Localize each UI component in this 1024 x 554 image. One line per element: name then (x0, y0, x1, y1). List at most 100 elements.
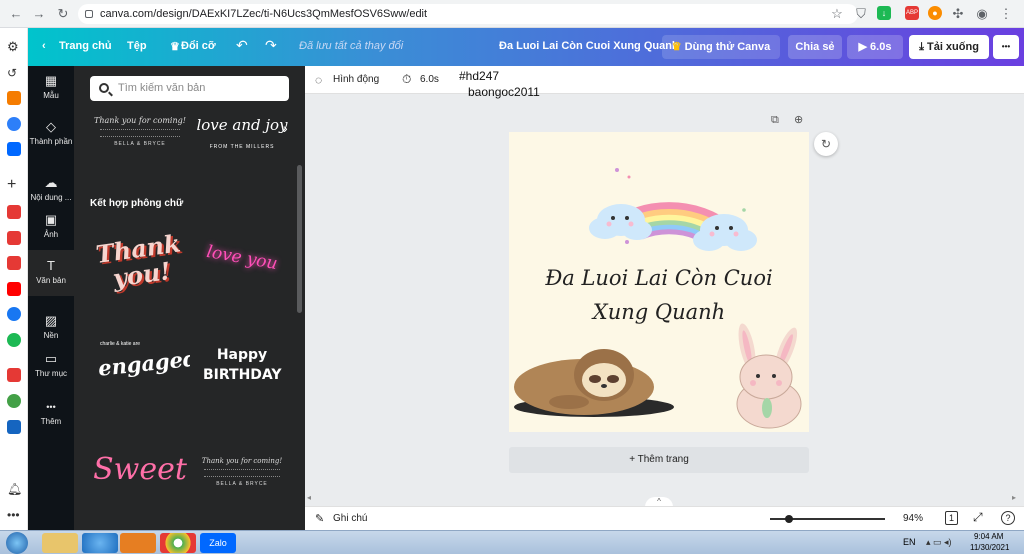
play-icon: ▶ (858, 41, 871, 53)
font-card-love-you[interactable]: love you (196, 226, 288, 306)
scroll-right-icon[interactable]: ▸ (1012, 493, 1016, 502)
card-footer: FROM THE MILLERS (209, 144, 275, 150)
more-options-icon[interactable]: ••• (7, 508, 21, 522)
add-page-icon[interactable]: ⊕ (794, 113, 803, 126)
font-card-thank-you-coming-2[interactable]: Thank you for coming! BELLA & BRYCE (196, 451, 288, 501)
notes-button[interactable]: Ghi chú (333, 513, 367, 524)
puzzle-extensions-icon[interactable]: ✣ (950, 6, 966, 22)
start-orb-icon[interactable] (6, 532, 28, 554)
side-menu-item-0[interactable]: ▦ Mẫu (28, 74, 74, 101)
more-menu-button[interactable]: ••• (993, 35, 1019, 59)
zoom-value[interactable]: 94% (903, 513, 923, 524)
page-count-button[interactable]: 1 (945, 511, 958, 525)
duplicate-page-icon[interactable]: ⧉ (771, 114, 779, 127)
design-title[interactable]: Đa Luoi Lai Còn Cuoi Xung Quanh (499, 40, 679, 52)
design-page[interactable]: Đa Luoi Lai Còn Cuoi Xung Quanh (509, 132, 809, 432)
font-card-thank-you[interactable]: Thank you! (90, 226, 190, 306)
canvas-title-line-2[interactable]: Xung Quanh (509, 300, 809, 324)
pro-crown-icon: ♛ (671, 41, 685, 53)
crown-app-icon[interactable] (7, 91, 21, 105)
editor-toolbar: ◌ Hình động ⏱ 6.0s #hd247 (305, 66, 1024, 94)
try-pro-button[interactable]: ♛ Dùng thử Canva Pro (662, 35, 780, 77)
language-indicator[interactable]: EN (903, 537, 916, 547)
font-card-engaged[interactable]: charlie & katie are engaged! (90, 341, 190, 401)
forward-arrow-icon[interactable]: → (31, 6, 47, 21)
animate-icon: ◌ (315, 73, 323, 87)
upload-cloud-icon: ☁ (44, 175, 58, 190)
side-menu-item-4[interactable]: T Văn bản (28, 259, 74, 286)
side-menu-item-6[interactable]: ▭ Thư mục (28, 351, 74, 379)
redo-icon[interactable]: ↷ (265, 37, 277, 54)
font-card-thank-you-coming[interactable]: Thank you for coming! BELLA & BRYCE (90, 108, 190, 158)
canvas-title-line-1[interactable]: Đa Luoi Lai Còn Cuoi (509, 266, 809, 290)
color-ext-icon[interactable]: ● (928, 6, 942, 20)
add-icon[interactable]: + (7, 177, 21, 193)
font-card-love-and-joy[interactable]: love and joy FROM THE MILLERS (196, 108, 288, 158)
side-menu-item-2[interactable]: ☁ Nội dung ... (28, 175, 74, 203)
side-menu-item-5[interactable]: ▨ Nền (28, 314, 74, 341)
internet-explorer-icon[interactable] (82, 533, 118, 553)
facebook-icon[interactable] (7, 307, 21, 321)
scroll-left-icon[interactable]: ◂ (307, 493, 311, 502)
zoom-slider-knob[interactable] (784, 515, 793, 523)
animate-button[interactable]: Hình động (333, 74, 379, 85)
tray-icons[interactable]: ▴ ▭ ◂) (926, 537, 952, 548)
sale-app-icon[interactable] (7, 420, 21, 434)
clock-date[interactable]: 11/30/2021 (970, 543, 1009, 552)
history-icon[interactable]: ↺ (7, 66, 21, 80)
play-duration: 6.0s (870, 41, 892, 53)
duration-button[interactable]: 6.0s (420, 74, 439, 85)
zalo-side-icon[interactable] (7, 142, 21, 156)
font-card-sweet[interactable]: Sweet (90, 444, 190, 500)
search-input[interactable]: Tìm kiếm văn bản (90, 76, 289, 101)
reload-icon[interactable]: ↻ (55, 6, 71, 22)
folder-icon: ▭ (44, 351, 58, 366)
share-button[interactable]: Chia sẻ (788, 35, 842, 59)
fullscreen-icon[interactable]: ⤢ (973, 510, 983, 525)
resize-button[interactable]: Đổi cỡ (181, 40, 216, 52)
download-button[interactable]: ⤓ Tải xuống (909, 35, 989, 59)
settings-gear-icon[interactable]: ⚙ (7, 40, 21, 54)
news-app-icon[interactable] (7, 205, 21, 219)
chrome-icon[interactable] (160, 533, 196, 553)
file-menu-button[interactable]: Tệp (127, 40, 147, 52)
home-back-icon[interactable]: ‹ (42, 40, 46, 52)
carousel-next-icon[interactable]: › (283, 120, 288, 136)
side-menu-item-3[interactable]: ▣ Ảnh (28, 213, 74, 240)
card-title: Thank you for coming! (94, 116, 186, 125)
gmail-icon[interactable] (7, 256, 21, 270)
notification-bell-icon[interactable]: 🔔︎ (7, 482, 22, 496)
browser-menu-icon[interactable]: ⋮ (998, 6, 1014, 22)
side-menu-item-7[interactable]: ••• Thêm (28, 400, 74, 426)
sloth-illustration (514, 349, 674, 417)
refresh-suggestion-icon[interactable]: ↻ (814, 132, 838, 156)
add-page-button[interactable]: + Thêm trang (509, 447, 809, 473)
shop-1212-icon[interactable] (7, 368, 21, 382)
download-ext-icon[interactable]: ↓ (877, 6, 891, 20)
spotify-icon[interactable] (7, 333, 21, 347)
profile-avatar-icon[interactable]: ◉ (974, 6, 990, 22)
help-icon[interactable]: ? (1001, 511, 1015, 525)
notes-icon: ✎ (315, 513, 325, 525)
messenger-icon[interactable] (7, 117, 21, 131)
font-card-happy-birthday[interactable]: Happy BIRTHDAY (196, 341, 288, 401)
zalo-taskbar-icon[interactable]: Zalo (200, 533, 236, 553)
bookmark-star-icon[interactable]: ☆ (829, 6, 845, 22)
maps-icon[interactable] (7, 394, 21, 408)
media-player-icon[interactable] (120, 533, 156, 553)
address-bar[interactable]: canva.com/design/DAExKI7LZec/ti-N6Ucs3Qm… (78, 4, 858, 24)
card-footer: BELLA & BRYCE (216, 481, 268, 487)
file-explorer-icon[interactable] (42, 533, 78, 553)
card-text: engaged! (96, 344, 190, 381)
shield-ext-icon[interactable]: ⛉ (853, 6, 869, 22)
home-button[interactable]: Trang chủ (59, 40, 112, 52)
side-menu-item-1[interactable]: ◇ Thành phần (28, 120, 74, 147)
abp-ext-icon[interactable]: ABP (905, 6, 919, 20)
news-app-icon-2[interactable] (7, 231, 21, 245)
youtube-icon[interactable] (7, 282, 21, 296)
play-button[interactable]: ▶ 6.0s (847, 35, 903, 59)
clock-time[interactable]: 9:04 AM (974, 532, 1003, 541)
search-placeholder: Tìm kiếm văn bản (118, 82, 206, 94)
back-arrow-icon[interactable]: ← (8, 6, 24, 21)
undo-icon[interactable]: ↶ (236, 37, 248, 54)
